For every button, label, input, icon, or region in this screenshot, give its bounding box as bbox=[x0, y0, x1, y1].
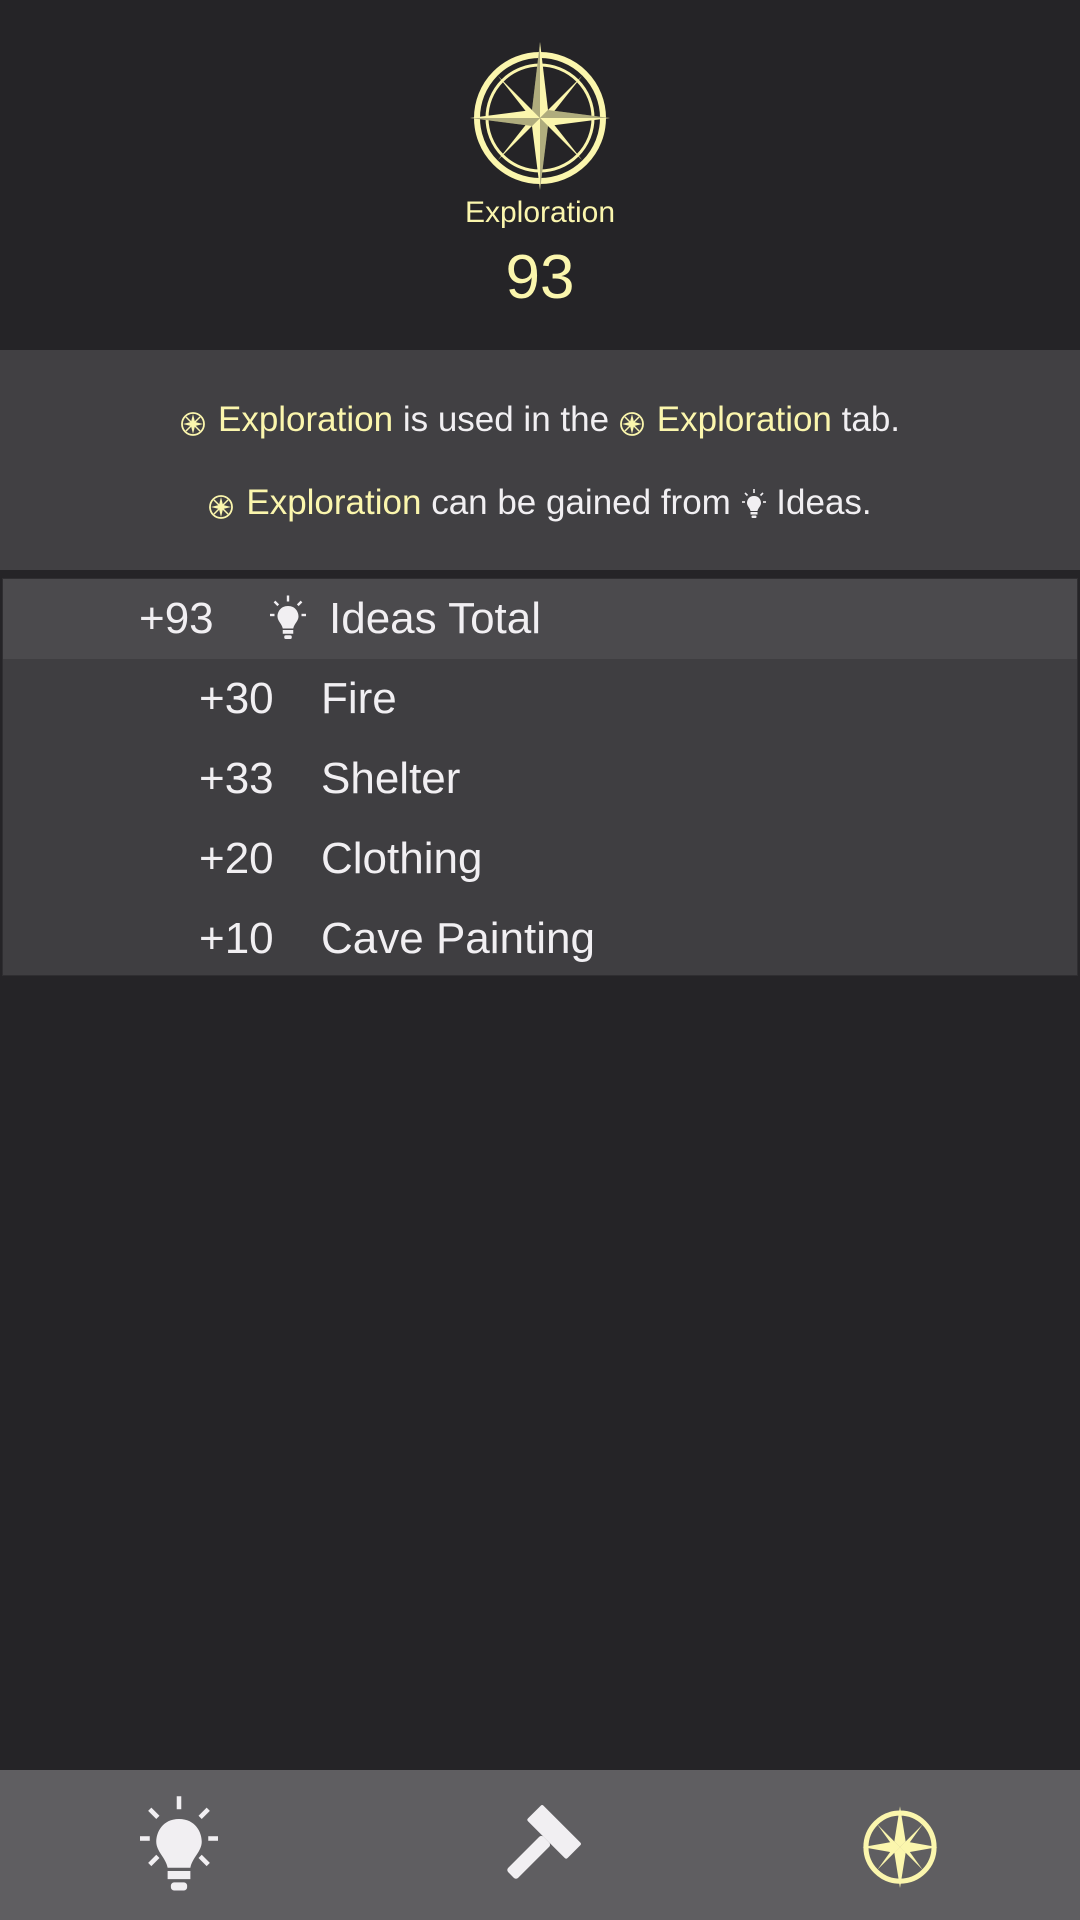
row-value: +33 bbox=[199, 754, 274, 803]
compass-rose-icon bbox=[619, 412, 644, 436]
total-label: Ideas Total bbox=[329, 594, 542, 643]
exploration-resource-link[interactable]: Exploration bbox=[246, 483, 421, 522]
info-line-usage: Exploration is used in the Exploration t… bbox=[0, 400, 1080, 440]
row-label: Fire bbox=[321, 674, 397, 723]
table-row[interactable]: +30 Fire bbox=[3, 659, 1077, 739]
table-row[interactable]: +10 Cave Painting bbox=[3, 899, 1077, 979]
bottom-nav bbox=[0, 1770, 1080, 1920]
exploration-tab-link[interactable]: Exploration bbox=[657, 400, 832, 439]
info-panel: Exploration is used in the Exploration t… bbox=[0, 350, 1080, 570]
resource-value: 93 bbox=[505, 243, 575, 312]
total-value: +93 bbox=[139, 594, 214, 643]
compass-rose-icon bbox=[470, 42, 610, 190]
info-text: tab. bbox=[841, 400, 901, 439]
info-text: is used in the bbox=[402, 400, 610, 439]
info-text: can be gained from bbox=[431, 483, 731, 522]
row-label: Shelter bbox=[321, 754, 461, 803]
hammer-icon bbox=[507, 1805, 581, 1879]
nav-ideas-tab[interactable] bbox=[0, 1770, 360, 1920]
compass-rose-icon bbox=[862, 1806, 938, 1888]
breakdown-table: +93 Ideas Total +30 Fire +33 Shelter +20… bbox=[2, 578, 1078, 976]
lightbulb-icon bbox=[741, 489, 766, 518]
nav-exploration-tab[interactable] bbox=[720, 1770, 1080, 1920]
table-row[interactable]: +20 Clothing bbox=[3, 819, 1077, 899]
resource-header: Exploration 93 bbox=[0, 0, 1080, 348]
compass-rose-icon bbox=[181, 412, 205, 436]
row-value: +20 bbox=[199, 834, 274, 883]
row-label: Cave Painting bbox=[321, 914, 595, 963]
lightbulb-icon bbox=[270, 595, 306, 639]
row-value: +10 bbox=[199, 914, 274, 963]
exploration-resource-link[interactable]: Exploration bbox=[218, 400, 393, 439]
ideas-link[interactable]: Ideas. bbox=[776, 483, 871, 522]
ideas-total-row[interactable]: +93 Ideas Total bbox=[3, 579, 1077, 659]
nav-build-tab[interactable] bbox=[360, 1770, 720, 1920]
resource-title: Exploration bbox=[464, 196, 616, 229]
table-row[interactable]: +33 Shelter bbox=[3, 739, 1077, 819]
row-label: Clothing bbox=[321, 834, 483, 883]
lightbulb-icon bbox=[140, 1796, 218, 1891]
row-value: +30 bbox=[199, 674, 274, 723]
info-line-source: Exploration can be gained from Ideas. bbox=[0, 483, 1080, 523]
compass-rose-icon bbox=[209, 495, 234, 519]
